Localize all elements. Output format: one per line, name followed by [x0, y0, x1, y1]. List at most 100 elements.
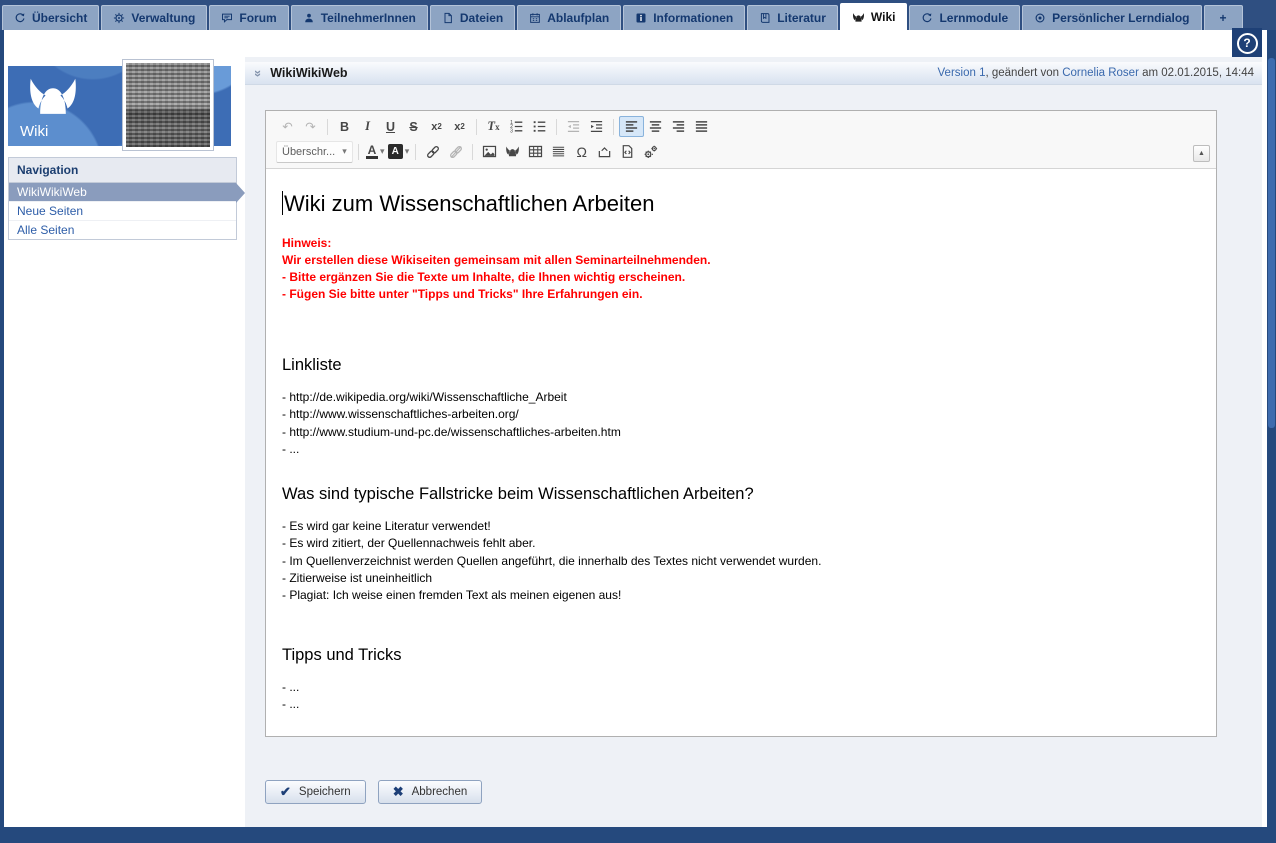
dropdown-caret-icon: ▾ — [380, 146, 385, 157]
notice-line: Wir erstellen diese Wikiseiten gemeinsam… — [282, 252, 1198, 269]
justify-button[interactable] — [690, 117, 713, 136]
background-color-button[interactable]: A▾ — [387, 142, 411, 161]
bullet-list-button[interactable] — [528, 117, 551, 136]
tab-persoenlicher-lerndialog[interactable]: Persönlicher Lerndialog — [1022, 5, 1201, 30]
text-cursor — [282, 191, 283, 215]
doc-title: Wiki zum Wissenschaftlichen Arbeiten — [282, 191, 1198, 217]
bold-button[interactable]: B — [333, 117, 356, 136]
editor-toolbar: ↶ ↷ B I U S x2 x2 Tx — [266, 111, 1216, 169]
info-icon — [635, 12, 647, 24]
chevron-double-down-icon[interactable]: » — [251, 69, 266, 76]
text-color-button[interactable]: A▾ — [364, 142, 387, 161]
sidebar-item-alle-seiten[interactable]: Alle Seiten — [9, 221, 236, 239]
scrollbar-thumb[interactable] — [1268, 58, 1275, 428]
italic-button[interactable]: I — [356, 117, 379, 136]
toolbar-collapse-button[interactable]: ▲ — [1193, 145, 1210, 162]
strikethrough-button[interactable]: S — [402, 117, 425, 136]
author-link[interactable]: Cornelia Roser — [1062, 67, 1139, 79]
toolbar-row-2: Überschr...▾ A▾ A▾ Ω — [276, 139, 1208, 164]
special-character-button[interactable]: Ω — [570, 142, 593, 161]
insert-link-button[interactable] — [421, 142, 444, 161]
tab-label: Informationen — [653, 11, 733, 25]
tab-label: TeilnehmerInnen — [321, 11, 416, 25]
redo-icon: ↷ — [305, 119, 315, 134]
version-link[interactable]: Version 1 — [938, 67, 986, 79]
notice-line: - Bitte ergänzen Sie die Texte um Inhalt… — [282, 269, 1198, 286]
tab-dateien[interactable]: Dateien — [430, 5, 515, 30]
insert-table-button[interactable] — [524, 142, 547, 161]
toolbar-separator — [613, 119, 614, 135]
numbered-list-button[interactable] — [505, 117, 528, 136]
indent-icon — [589, 119, 604, 134]
scrollbar-track[interactable] — [1267, 0, 1276, 843]
navigation-box: Navigation WikiWikiWeb Neue Seiten Alle … — [8, 157, 237, 240]
tab-label: Ablaufplan — [547, 11, 609, 25]
plugins-button[interactable] — [639, 142, 662, 161]
wiki-editor: ↶ ↷ B I U S x2 x2 Tx — [265, 110, 1217, 737]
tab-literatur[interactable]: Literatur — [747, 5, 838, 30]
horizontal-rule-button[interactable] — [547, 142, 570, 161]
tab-label: Dateien — [460, 11, 503, 25]
tab-wiki[interactable]: Wiki — [840, 3, 908, 30]
heading-format-dropdown[interactable]: Überschr...▾ — [276, 141, 353, 163]
collapse-arrow-icon: ▲ — [1198, 150, 1205, 157]
meta-text: am 02.01.2015, 14:44 — [1139, 67, 1254, 79]
insert-image-button[interactable] — [478, 142, 501, 161]
gear-icon — [113, 12, 125, 24]
modules-icon — [921, 12, 933, 24]
align-right-button[interactable] — [667, 117, 690, 136]
section-heading: Tipps und Tricks — [282, 645, 1198, 665]
bullet-list-icon — [532, 119, 547, 134]
tab-add[interactable]: + — [1204, 5, 1243, 30]
page-title: WikiWikiWeb — [270, 66, 347, 80]
tab-label: Literatur — [777, 11, 826, 25]
page-break-button[interactable] — [593, 142, 616, 161]
tab-ablaufplan[interactable]: Ablaufplan — [517, 5, 621, 30]
undo-button[interactable]: ↶ — [276, 117, 299, 136]
subscript-button[interactable]: x2 — [425, 117, 448, 136]
check-icon: ✔ — [280, 784, 291, 800]
doc-notice: Hinweis: Wir erstellen diese Wikiseiten … — [282, 235, 1198, 303]
align-left-icon — [624, 119, 639, 134]
superscript-button[interactable]: x2 — [448, 117, 471, 136]
cancel-button[interactable]: ✖Abbrechen — [378, 780, 483, 804]
sidebar-item-wikiwikiweb[interactable]: WikiWikiWeb — [9, 183, 236, 202]
remove-format-button[interactable]: Tx — [482, 117, 505, 136]
action-buttons: ✔Speichern ✖Abbrechen — [265, 780, 482, 804]
toolbar-row-1: ↶ ↷ B I U S x2 x2 Tx — [276, 114, 1208, 139]
tab-uebersicht[interactable]: Übersicht — [2, 5, 99, 30]
indent-button[interactable] — [585, 117, 608, 136]
wiki-crown-icon — [852, 11, 865, 24]
doc-line: - Zitierweise ist uneinheitlich — [282, 570, 1198, 587]
outdent-button[interactable] — [562, 117, 585, 136]
section-heading: Was sind typische Fallstricke beim Wisse… — [282, 484, 1198, 504]
tab-verwaltung[interactable]: Verwaltung — [101, 5, 207, 30]
help-question-icon: ? — [1237, 33, 1258, 54]
notice-line: - Fügen Sie bitte unter "Tipps und Trick… — [282, 286, 1198, 303]
wiki-link-button[interactable] — [501, 142, 524, 161]
doc-line: - http://www.studium-und-pc.de/wissensch… — [282, 424, 1198, 441]
source-code-button[interactable] — [616, 142, 639, 161]
tab-informationen[interactable]: Informationen — [623, 5, 745, 30]
redo-button[interactable]: ↷ — [299, 117, 322, 136]
tab-teilnehmerinnen[interactable]: TeilnehmerInnen — [291, 5, 428, 30]
align-left-button[interactable] — [619, 116, 644, 137]
editor-content[interactable]: Wiki zum Wissenschaftlichen Arbeiten Hin… — [266, 169, 1216, 736]
content-header: » WikiWikiWeb Version 1, geändert von Co… — [245, 62, 1262, 85]
doc-section-tipps: Tipps und Tricks - ... - ... — [282, 645, 1198, 714]
sidebar-item-neue-seiten[interactable]: Neue Seiten — [9, 202, 236, 221]
tab-lernmodule[interactable]: Lernmodule — [909, 5, 1020, 30]
save-button[interactable]: ✔Speichern — [265, 780, 366, 804]
remove-link-button[interactable] — [444, 142, 467, 161]
image-icon — [482, 144, 497, 159]
text-color-icon: A — [366, 145, 378, 159]
cross-icon: ✖ — [393, 784, 404, 800]
doc-section-linkliste: Linkliste - http://de.wikipedia.org/wiki… — [282, 355, 1198, 458]
help-button[interactable]: ? — [1232, 28, 1262, 58]
underline-button[interactable]: U — [379, 117, 402, 136]
unlink-icon — [448, 144, 464, 160]
tab-forum[interactable]: Forum — [209, 5, 288, 30]
doc-line: - Im Quellenverzeichnist werden Quellen … — [282, 553, 1198, 570]
align-center-button[interactable] — [644, 117, 667, 136]
undo-icon: ↶ — [282, 119, 292, 134]
